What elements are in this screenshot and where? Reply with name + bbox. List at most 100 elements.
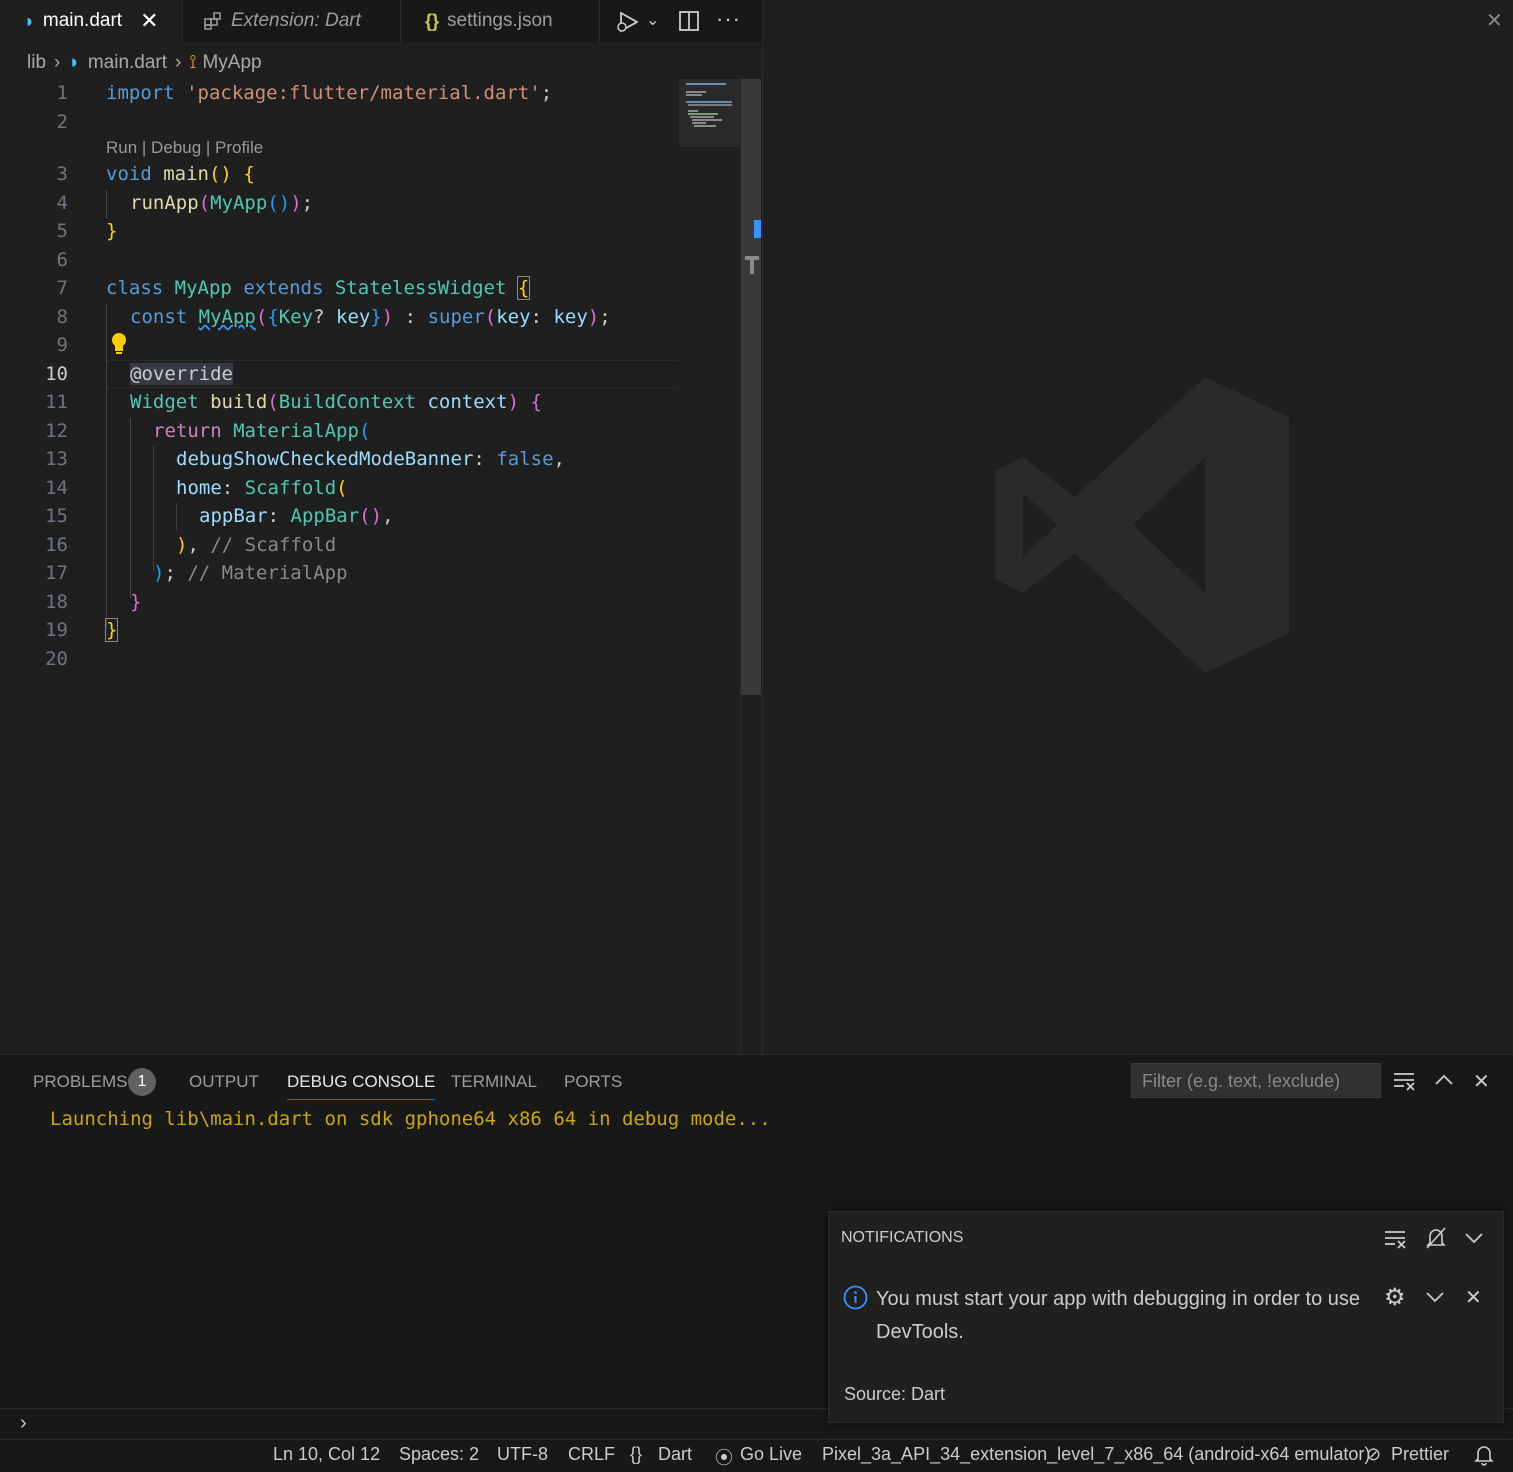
code-line-10: @override — [130, 363, 233, 385]
json-braces-icon: {} — [425, 10, 440, 31]
dart-file-icon: ◗ — [68, 52, 80, 73]
code-line-3: void main() { — [106, 163, 255, 185]
chevron-right-icon: › — [175, 52, 182, 73]
tab-extension-dart[interactable]: Extension: Dart — [183, 0, 401, 42]
line-number-current: 10 — [45, 363, 68, 385]
breadcrumb-symbol[interactable]: MyApp — [202, 52, 261, 74]
line-number: 20 — [45, 648, 68, 670]
line-number: 12 — [45, 420, 68, 442]
tab-problems[interactable]: PROBLEMS — [33, 1072, 127, 1096]
code-line-11: Widget build(BuildContext context) { — [130, 391, 542, 413]
more-actions-icon[interactable]: ··· — [716, 6, 741, 32]
status-prettier[interactable]: Prettier — [1391, 1444, 1449, 1465]
tab-main-dart[interactable]: ◗ main.dart ✕ — [0, 0, 183, 42]
line-number: 16 — [45, 534, 68, 556]
status-cursor-position[interactable]: Ln 10, Col 12 — [273, 1444, 380, 1465]
line-number: 1 — [56, 82, 68, 104]
line-number: 2 — [56, 111, 68, 133]
line-number: 6 — [56, 249, 68, 271]
notifications-bell-icon[interactable] — [1474, 1444, 1494, 1466]
breadcrumb-folder[interactable]: lib — [27, 52, 46, 74]
line-number: 8 — [56, 306, 68, 328]
editor-scrollbar-thumb[interactable] — [741, 79, 761, 695]
code-line-17: ); // MaterialApp — [153, 562, 348, 584]
line-number: 11 — [45, 391, 68, 413]
tab-debug-console[interactable]: DEBUG CONSOLE — [287, 1072, 436, 1100]
hide-notifications-chevron-down-icon[interactable] — [1464, 1231, 1484, 1245]
clear-console-icon[interactable] — [1393, 1071, 1417, 1091]
chevron-right-icon: › — [54, 52, 61, 73]
json-braces-icon: {} — [630, 1444, 643, 1464]
expand-notification-chevron-down-icon[interactable] — [1425, 1290, 1445, 1304]
line-number: 17 — [45, 562, 68, 584]
scrollbar-marker — [750, 256, 754, 274]
code-line-18: } — [130, 591, 142, 613]
codelens-run-debug-profile[interactable]: Run | Debug | Profile — [106, 138, 263, 158]
maximize-panel-chevron-up-icon[interactable] — [1434, 1072, 1454, 1088]
run-debug-icon[interactable] — [613, 9, 643, 35]
close-notification-icon[interactable]: ✕ — [1465, 1285, 1482, 1310]
line-number: 19 — [45, 619, 68, 641]
line-number: 9 — [56, 334, 68, 356]
code-line-5: } — [106, 220, 118, 242]
prettier-disabled-icon: ⊘ — [1366, 1444, 1382, 1464]
close-icon[interactable]: ✕ — [1486, 8, 1503, 33]
editor-group-left — [0, 0, 763, 1054]
tab-label: settings.json — [447, 10, 553, 31]
status-language-mode[interactable]: Dart — [658, 1444, 692, 1465]
line-number: 7 — [56, 277, 68, 299]
debug-console-filter-input[interactable]: Filter (e.g. text, !exclude) — [1131, 1063, 1381, 1098]
line-number: 3 — [56, 163, 68, 185]
code-line-8: const MyApp({Key? key}) : super(key: key… — [130, 306, 611, 328]
tab-output[interactable]: OUTPUT — [189, 1072, 259, 1096]
status-eol[interactable]: CRLF — [568, 1444, 615, 1465]
notification-message: You must start your app with debugging i… — [876, 1288, 1361, 1343]
line-number: 14 — [45, 477, 68, 499]
code-line-12: return MaterialApp( — [153, 420, 371, 442]
tab-label: main.dart — [42, 10, 123, 31]
tab-ports[interactable]: PORTS — [564, 1072, 622, 1096]
scrollbar-cursor-marker — [754, 220, 761, 238]
tab-terminal[interactable]: TERMINAL — [451, 1072, 537, 1096]
editor-tab-bar: ◗ main.dart ✕ Extension: Dart {} setting… — [0, 0, 762, 42]
vscode-logo-watermark-icon — [995, 377, 1289, 673]
do-not-disturb-bell-icon[interactable] — [1424, 1226, 1448, 1250]
line-number: 4 — [56, 192, 68, 214]
status-device-selector[interactable]: Pixel_3a_API_34_extension_level_7_x86_64… — [822, 1444, 1370, 1465]
line-number: 15 — [45, 505, 68, 527]
code-line-4: runApp(MyApp()); — [130, 192, 314, 214]
close-panel-icon[interactable]: ✕ — [1473, 1069, 1490, 1094]
tab-label: Extension: Dart — [231, 10, 361, 31]
line-number: 13 — [45, 448, 68, 470]
code-line-15: appBar: AppBar(), — [199, 505, 394, 527]
code-line-16: ), // Scaffold — [176, 534, 337, 556]
debug-console-output-line: Launching lib\main.dart on sdk gphone64 … — [50, 1108, 771, 1130]
breadcrumb-file[interactable]: main.dart — [88, 52, 167, 74]
info-icon — [843, 1285, 868, 1310]
lightbulb-icon[interactable] — [108, 330, 130, 356]
console-prompt-chevron-icon: › — [20, 1412, 27, 1434]
minimap[interactable] — [679, 79, 740, 147]
code-line-13: debugShowCheckedModeBanner: false, — [176, 448, 565, 470]
code-line-1: import 'package:flutter/material.dart'; — [106, 82, 553, 104]
dart-file-icon: ◗ — [24, 10, 35, 31]
close-icon[interactable]: ✕ — [140, 8, 158, 34]
chevron-down-icon[interactable]: ⌄ — [646, 10, 659, 30]
notifications-title: NOTIFICATIONS — [841, 1229, 964, 1246]
problems-count-badge: 1 — [128, 1068, 156, 1096]
line-number: 18 — [45, 591, 68, 613]
breadcrumb: lib › ◗ main.dart › ⟟ MyApp — [0, 46, 740, 80]
status-go-live[interactable]: Go Live — [740, 1444, 802, 1465]
class-symbol-icon: ⟟ — [189, 52, 197, 73]
split-editor-icon[interactable] — [678, 10, 700, 32]
status-encoding[interactable]: UTF-8 — [497, 1444, 548, 1465]
tab-settings-json[interactable]: {} settings.json — [401, 0, 600, 42]
clear-all-notifications-icon[interactable] — [1384, 1229, 1408, 1249]
status-indentation[interactable]: Spaces: 2 — [399, 1444, 479, 1465]
code-line-19: } — [104, 618, 119, 642]
notification-source: Source: Dart — [844, 1384, 946, 1404]
gear-icon[interactable]: ⚙ — [1384, 1283, 1406, 1312]
extensions-icon — [204, 12, 221, 30]
broadcast-icon: ⦿ — [715, 1448, 733, 1468]
code-line-14: home: Scaffold( — [176, 477, 348, 499]
